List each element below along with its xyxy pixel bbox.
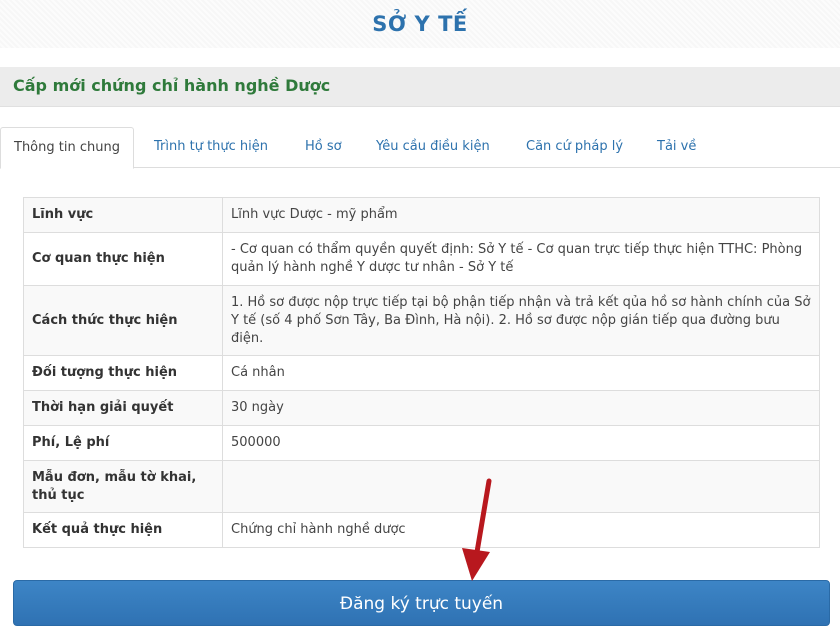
tab-download[interactable]: Tải về — [657, 127, 696, 167]
table-row: Cách thức thực hiện 1. Hồ sơ được nộp tr… — [23, 285, 820, 356]
row-label: Kết quả thực hiện — [23, 512, 223, 548]
row-label: Phí, Lệ phí — [23, 425, 223, 461]
tab-general-info[interactable]: Thông tin chung — [0, 127, 134, 169]
table-row: Cơ quan thực hiện - Cơ quan có thẩm quyề… — [23, 232, 820, 286]
row-value: - Cơ quan có thẩm quyền quyết định: Sở Y… — [222, 232, 820, 286]
tab-procedure-steps[interactable]: Trình tự thực hiện — [154, 127, 268, 167]
row-label: Cơ quan thực hiện — [23, 232, 223, 286]
row-label: Lĩnh vực — [23, 197, 223, 233]
row-value: 1. Hồ sơ được nộp trực tiếp tại bộ phận … — [222, 285, 820, 356]
row-value: 30 ngày — [222, 390, 820, 426]
table-row: Phí, Lệ phí 500000 — [23, 425, 820, 461]
row-label: Đối tượng thực hiện — [23, 355, 223, 391]
row-value: Chứng chỉ hành nghề dược — [222, 512, 820, 548]
register-online-button[interactable]: Đăng ký trực tuyến — [13, 580, 830, 626]
row-label: Mẫu đơn, mẫu tờ khai, thủ tục — [23, 460, 223, 513]
table-row: Lĩnh vực Lĩnh vực Dược - mỹ phẩm — [23, 197, 820, 233]
row-label: Cách thức thực hiện — [23, 285, 223, 356]
tab-requirements[interactable]: Yêu cầu điều kiện — [376, 127, 490, 167]
procedure-info-table: Lĩnh vực Lĩnh vực Dược - mỹ phẩm Cơ quan… — [23, 197, 820, 548]
tab-legal-basis[interactable]: Căn cứ pháp lý — [526, 127, 623, 167]
row-value: Cá nhân — [222, 355, 820, 391]
procedure-title: Cấp mới chứng chỉ hành nghề Dược — [13, 76, 331, 95]
row-value: Lĩnh vực Dược - mỹ phẩm — [222, 197, 820, 233]
row-value — [222, 460, 820, 513]
tab-bar: Thông tin chung Trình tự thực hiện Hồ sơ… — [0, 127, 840, 169]
site-header: SỞ Y TẾ — [0, 0, 840, 48]
table-row: Mẫu đơn, mẫu tờ khai, thủ tục — [23, 460, 820, 513]
tab-documents[interactable]: Hồ sơ — [305, 127, 342, 167]
table-row: Đối tượng thực hiện Cá nhân — [23, 355, 820, 391]
row-label: Thời hạn giải quyết — [23, 390, 223, 426]
table-row: Thời hạn giải quyết 30 ngày — [23, 390, 820, 426]
table-row: Kết quả thực hiện Chứng chỉ hành nghề dư… — [23, 512, 820, 548]
department-title: SỞ Y TẾ — [372, 12, 468, 36]
row-value: 500000 — [222, 425, 820, 461]
procedure-header: Cấp mới chứng chỉ hành nghề Dược — [0, 67, 840, 107]
